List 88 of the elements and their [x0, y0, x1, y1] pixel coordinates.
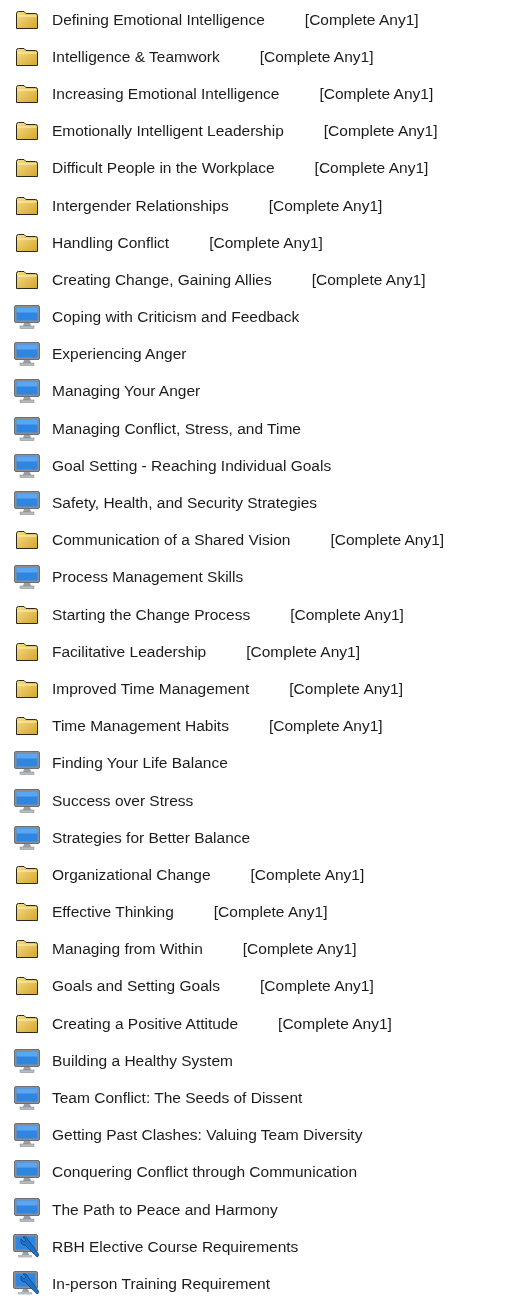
- course-title[interactable]: Increasing Emotional Intelligence: [52, 84, 280, 103]
- monitor-icon: [14, 491, 40, 516]
- course-title[interactable]: Coping with Criticism and Feedback: [52, 308, 300, 327]
- requirement-label: [Complete Any1]: [213, 903, 328, 922]
- monitor-icon: [14, 1160, 40, 1185]
- monitor-icon: [14, 788, 40, 813]
- course-title[interactable]: Experiencing Anger: [52, 345, 187, 364]
- course-title[interactable]: Safety, Health, and Security Strategies: [52, 494, 318, 513]
- requirement-label: [Complete Any1]: [268, 196, 383, 215]
- course-title[interactable]: Intergender Relationships: [52, 196, 229, 215]
- course-title[interactable]: Conquering Conflict through Communication: [52, 1163, 357, 1182]
- folder-icon: [16, 159, 38, 178]
- folder-icon: [16, 47, 38, 66]
- course-title[interactable]: Managing Your Anger: [52, 382, 201, 401]
- folder-icon: [16, 233, 38, 252]
- course-title[interactable]: In-person Training Requirement: [52, 1274, 270, 1293]
- course-title[interactable]: Communication of a Shared Vision: [52, 531, 291, 550]
- requirement-label: [Complete Any1]: [260, 977, 374, 996]
- folder-icon: [16, 531, 38, 550]
- course-title[interactable]: Finding Your Life Balance: [52, 754, 228, 773]
- course-title[interactable]: Facilitative Leadership: [52, 642, 207, 661]
- monitor-icon: [14, 379, 40, 404]
- monitor-icon: [14, 751, 40, 776]
- requirement-label: [Complete Any1]: [311, 270, 426, 289]
- requirement-label: [Complete Any1]: [209, 233, 323, 252]
- course-title[interactable]: Handling Conflict: [52, 233, 170, 252]
- monitor-icon: [14, 416, 40, 441]
- folder-icon: [16, 605, 38, 624]
- course-title[interactable]: Organizational Change: [52, 865, 211, 884]
- requirement-label: [Complete Any1]: [278, 1014, 392, 1033]
- course-title[interactable]: Starting the Change Process: [52, 605, 251, 624]
- folder-icon: [16, 10, 38, 29]
- course-title[interactable]: Defining Emotional Intelligence: [52, 10, 265, 29]
- course-title[interactable]: Managing from Within: [52, 940, 203, 959]
- folder-icon: [16, 84, 38, 103]
- course-title[interactable]: Creating Change, Gaining Allies: [52, 270, 272, 289]
- monitor-icon: [14, 565, 40, 590]
- requirement-label: [Complete Any1]: [323, 122, 438, 141]
- course-title[interactable]: Goals and Setting Goals: [52, 977, 221, 996]
- course-title[interactable]: Process Management Skills: [52, 568, 244, 587]
- requirement-label: [Complete Any1]: [304, 10, 419, 29]
- folder-icon: [16, 903, 38, 922]
- folder-icon: [16, 1014, 38, 1033]
- requirement-label: [Complete Any1]: [250, 865, 365, 884]
- folder-icon: [16, 977, 38, 996]
- monitor-wrench-icon: [13, 1233, 41, 1260]
- requirement-label: [Complete Any1]: [289, 679, 404, 698]
- course-title[interactable]: Strategies for Better Balance: [52, 828, 251, 847]
- course-title[interactable]: Effective Thinking: [52, 903, 174, 922]
- requirement-label: [Complete Any1]: [330, 531, 445, 550]
- course-title[interactable]: Time Management Habits: [52, 717, 229, 736]
- monitor-icon: [14, 1123, 40, 1148]
- requirement-label: [Complete Any1]: [259, 47, 374, 66]
- course-title[interactable]: Creating a Positive Attitude: [52, 1014, 239, 1033]
- folder-icon: [16, 642, 38, 661]
- folder-icon: [16, 679, 38, 698]
- requirement-label: [Complete Any1]: [246, 642, 360, 661]
- course-title[interactable]: Goal Setting - Reaching Individual Goals: [52, 456, 332, 475]
- monitor-wrench-icon: [13, 1270, 41, 1297]
- requirement-label: [Complete Any1]: [319, 84, 434, 103]
- course-title[interactable]: Intelligence & Teamwork: [52, 47, 220, 66]
- course-title[interactable]: Getting Past Clashes: Valuing Team Diversity: [52, 1126, 363, 1145]
- course-title[interactable]: Managing Conflict, Stress, and Time: [52, 419, 301, 438]
- course-title[interactable]: The Path to Peace and Harmony: [52, 1200, 278, 1219]
- folder-icon: [16, 122, 38, 141]
- monitor-icon: [14, 1048, 40, 1073]
- course-title[interactable]: Team Conflict: The Seeds of Dissent: [52, 1089, 303, 1108]
- requirement-label: [Complete Any1]: [290, 605, 404, 624]
- folder-icon: [16, 865, 38, 884]
- monitor-icon: [14, 1086, 40, 1111]
- requirement-label: [Complete Any1]: [314, 159, 429, 178]
- course-title[interactable]: Emotionally Intelligent Leadership: [52, 122, 284, 141]
- monitor-icon: [14, 342, 40, 367]
- monitor-icon: [14, 1197, 40, 1222]
- monitor-icon: [14, 825, 40, 850]
- folder-icon: [16, 717, 38, 736]
- course-title[interactable]: RBH Elective Course Requirements: [52, 1237, 299, 1256]
- course-title[interactable]: Difficult People in the Workplace: [52, 159, 275, 178]
- course-title[interactable]: Success over Stress: [52, 791, 194, 810]
- monitor-icon: [14, 453, 40, 478]
- monitor-icon: [14, 305, 40, 330]
- course-title[interactable]: Building a Healthy System: [52, 1051, 233, 1070]
- folder-icon: [16, 270, 38, 289]
- requirement-label: [Complete Any1]: [242, 940, 357, 959]
- requirement-label: [Complete Any1]: [268, 717, 383, 736]
- folder-icon: [16, 940, 38, 959]
- folder-icon: [16, 196, 38, 215]
- course-title[interactable]: Improved Time Management: [52, 679, 250, 698]
